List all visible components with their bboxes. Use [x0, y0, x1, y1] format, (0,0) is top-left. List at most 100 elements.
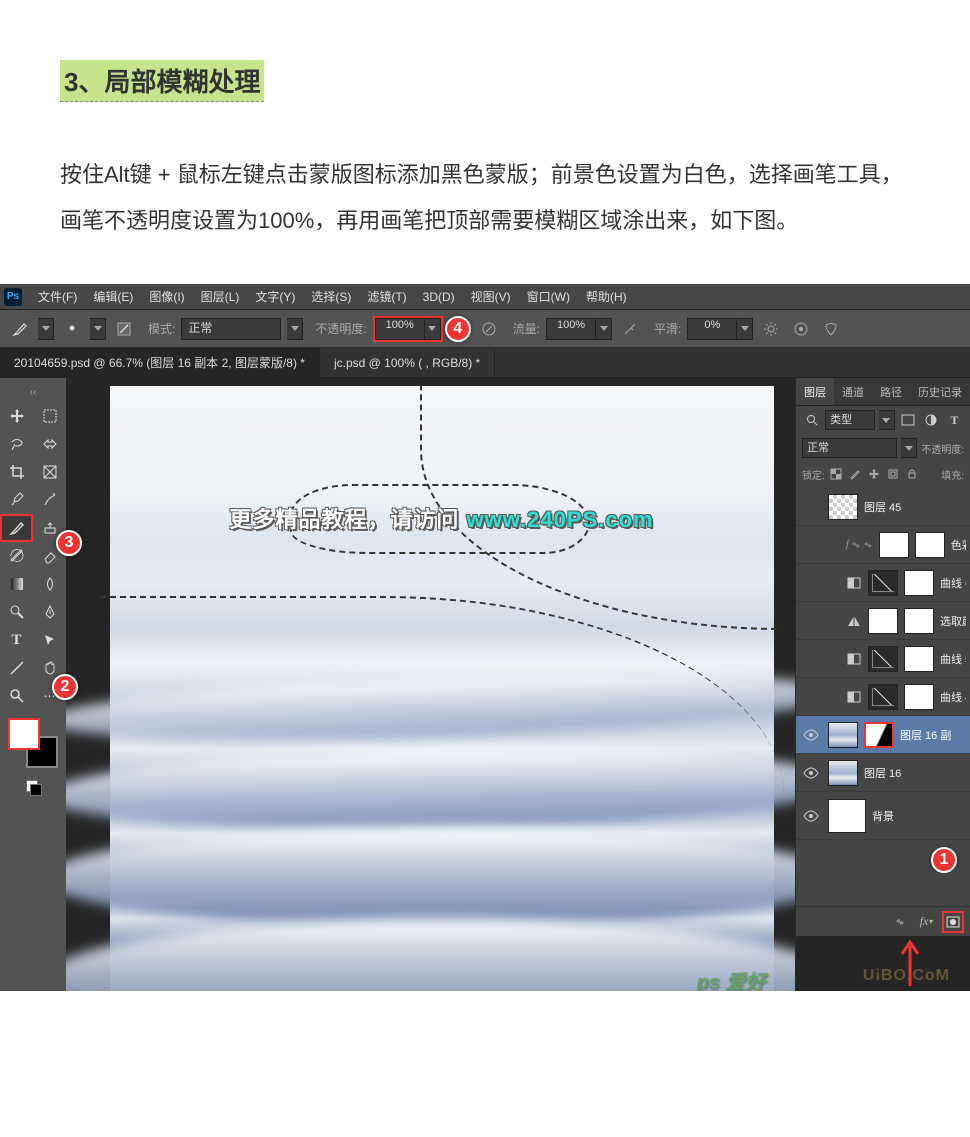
tool-preset-dropdown[interactable]: [38, 318, 54, 340]
menu-view[interactable]: 视图(V): [463, 288, 519, 305]
layer-row[interactable]: 曲线 5: [796, 640, 970, 678]
layer-name-label[interactable]: 选取颜色: [940, 613, 966, 629]
layer-name-label[interactable]: 图层 16 副: [900, 727, 966, 743]
frame-tool-icon[interactable]: [33, 458, 66, 486]
layer-row[interactable]: 图层 45: [796, 488, 970, 526]
search-icon[interactable]: [802, 410, 821, 430]
layer-row[interactable]: 背景: [796, 792, 970, 840]
layer-name-label[interactable]: 曲线 6: [940, 575, 966, 591]
layer-thumbnail[interactable]: [828, 494, 858, 520]
layer-row[interactable]: 曲线 6: [796, 564, 970, 602]
flow-input-group[interactable]: 100%: [546, 318, 612, 340]
layer-row[interactable]: 选取颜色: [796, 602, 970, 640]
filter-text-icon[interactable]: T: [945, 410, 964, 430]
layer-mask-thumbnail[interactable]: [904, 684, 934, 710]
lock-transparent-icon[interactable]: [828, 466, 844, 482]
visibility-toggle-icon[interactable]: [800, 724, 822, 746]
tab-history[interactable]: 历史记录: [910, 378, 970, 405]
tab-channels[interactable]: 通道: [834, 378, 872, 405]
filter-adjustment-icon[interactable]: [922, 410, 941, 430]
lock-position-icon[interactable]: [866, 466, 882, 482]
visibility-toggle-icon[interactable]: [800, 534, 822, 556]
layer-name-label[interactable]: 色彩平: [951, 537, 966, 553]
layer-thumbnail[interactable]: [868, 608, 898, 634]
shape-tool-icon[interactable]: [0, 654, 33, 682]
pen-tool-icon[interactable]: [33, 598, 66, 626]
layer-mask-thumbnail[interactable]: [915, 532, 945, 558]
layer-thumbnail[interactable]: [868, 646, 898, 672]
layer-name-label[interactable]: 曲线 4: [940, 689, 966, 705]
document-tab-1[interactable]: 20104659.psd @ 66.7% (图层 16 副本 2, 图层蒙版/8…: [0, 348, 320, 377]
visibility-toggle-icon[interactable]: [800, 762, 822, 784]
default-colors-icon[interactable]: [26, 780, 40, 794]
layer-mask-thumbnail[interactable]: [904, 570, 934, 596]
layer-name-label[interactable]: 背景: [872, 808, 966, 824]
layer-name-label[interactable]: 图层 45: [864, 499, 966, 515]
tab-layers[interactable]: 图层: [796, 378, 834, 405]
brush-tool-icon[interactable]: [8, 317, 32, 341]
document-canvas[interactable]: 更多精品教程，请访问 www.240PS.com ps 爱好: [110, 386, 774, 991]
layer-name-label[interactable]: 图层 16: [864, 765, 966, 781]
zoom-tool-icon[interactable]: [0, 682, 33, 710]
pressure-opacity-icon[interactable]: [477, 317, 501, 341]
filter-image-icon[interactable]: [899, 410, 918, 430]
dodge-tool-icon[interactable]: [0, 598, 33, 626]
healing-brush-tool-icon[interactable]: [33, 486, 66, 514]
menu-help[interactable]: 帮助(H): [578, 288, 635, 305]
crop-tool-icon[interactable]: [0, 458, 33, 486]
brush-panel-icon[interactable]: [112, 317, 136, 341]
lock-pixels-icon[interactable]: [847, 466, 863, 482]
opacity-dropdown[interactable]: [425, 318, 441, 340]
brush-tool-icon[interactable]: [0, 514, 33, 542]
blend-dropdown[interactable]: [901, 438, 917, 458]
visibility-toggle-icon[interactable]: [800, 805, 822, 827]
layer-thumbnail[interactable]: [828, 722, 858, 748]
layer-thumbnail[interactable]: [828, 760, 858, 786]
layer-thumbnail[interactable]: [828, 799, 866, 833]
layer-thumbnail[interactable]: [868, 684, 898, 710]
layer-name-label[interactable]: 曲线 5: [940, 651, 966, 667]
airbrush-icon[interactable]: [618, 317, 642, 341]
path-select-tool-icon[interactable]: [33, 626, 66, 654]
quick-select-tool-icon[interactable]: [33, 430, 66, 458]
visibility-toggle-icon[interactable]: [800, 610, 822, 632]
menu-3d[interactable]: 3D(D): [415, 290, 463, 304]
layer-row[interactable]: 曲线 4: [796, 678, 970, 716]
brush-preview-icon[interactable]: •: [60, 317, 84, 341]
lock-all-icon[interactable]: [904, 466, 920, 482]
pressure-size-icon[interactable]: [789, 317, 813, 341]
visibility-toggle-icon[interactable]: [800, 572, 822, 594]
canvas-area[interactable]: 更多精品教程，请访问 www.240PS.com ps 爱好: [66, 378, 795, 991]
mode-dropdown[interactable]: [287, 318, 303, 340]
opacity-input-group[interactable]: 100%: [373, 316, 443, 342]
menu-edit[interactable]: 编辑(E): [85, 288, 141, 305]
layer-thumbnail[interactable]: [868, 570, 898, 596]
menu-layer[interactable]: 图层(L): [193, 288, 248, 305]
filter-type-select[interactable]: 类型: [825, 410, 875, 430]
link-layers-icon[interactable]: [890, 913, 910, 931]
document-tab-2[interactable]: jc.psd @ 100% ( , RGB/8) *: [320, 350, 495, 376]
toolbar-collapse-icon[interactable]: ‹‹: [0, 386, 66, 398]
menu-image[interactable]: 图像(I): [141, 288, 192, 305]
visibility-toggle-icon[interactable]: [800, 648, 822, 670]
layer-thumbnail[interactable]: [879, 532, 909, 558]
smooth-input-group[interactable]: 0%: [687, 318, 753, 340]
foreground-color-swatch[interactable]: [8, 718, 40, 750]
layer-mask-thumbnail[interactable]: [904, 608, 934, 634]
text-tool-icon[interactable]: T: [0, 626, 33, 654]
layer-style-icon[interactable]: fx▾: [916, 913, 936, 931]
visibility-toggle-icon[interactable]: [800, 686, 822, 708]
layer-row[interactable]: 图层 16: [796, 754, 970, 792]
gear-icon[interactable]: [759, 317, 783, 341]
layer-blend-select[interactable]: 正常: [802, 438, 897, 458]
layer-mask-thumbnail[interactable]: [864, 722, 894, 748]
layer-mask-thumbnail[interactable]: [904, 646, 934, 672]
brush-preset-dropdown[interactable]: [90, 318, 106, 340]
menu-file[interactable]: 文件(F): [30, 288, 85, 305]
layer-row[interactable]: 图层 16 副: [796, 716, 970, 754]
history-brush-tool-icon[interactable]: [0, 542, 33, 570]
move-tool-icon[interactable]: [0, 402, 33, 430]
blend-mode-select[interactable]: 正常: [181, 318, 281, 340]
blur-tool-icon[interactable]: [33, 570, 66, 598]
add-mask-icon[interactable]: [942, 911, 964, 933]
